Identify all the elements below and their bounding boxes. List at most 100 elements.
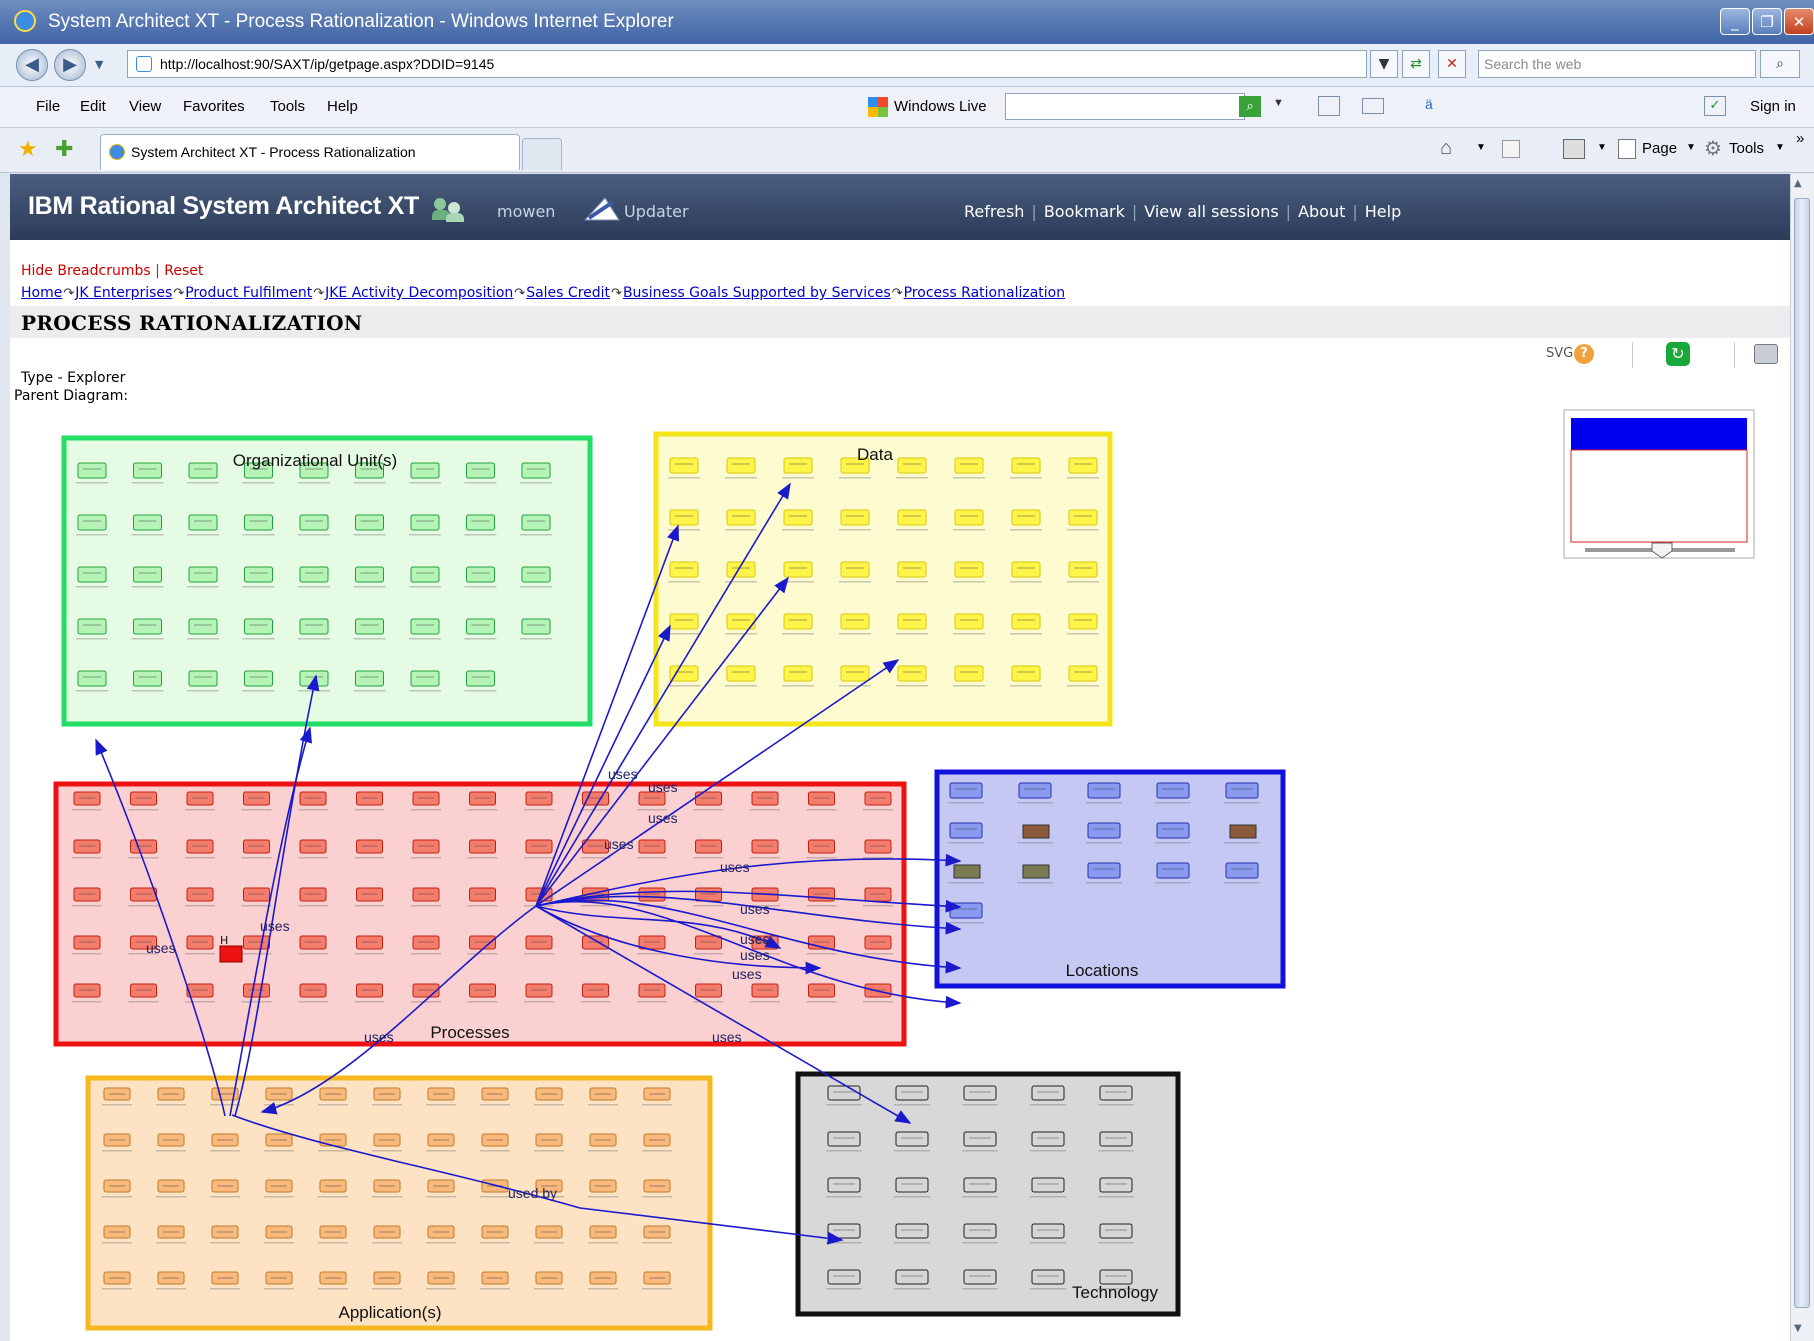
back-arrow-icon[interactable]: ◀ bbox=[16, 49, 48, 81]
diagram-svg[interactable]: Organizational Unit(s) Data Processes Locat… bbox=[20, 408, 1790, 1341]
org-node[interactable] bbox=[466, 566, 495, 583]
diagram-canvas[interactable]: Organizational Unit(s) Data Processes Locat… bbox=[20, 408, 1790, 1341]
breadcrumb-sales-credit[interactable]: Sales Credit bbox=[526, 285, 610, 301]
data-node[interactable] bbox=[1011, 509, 1041, 526]
scroll-down-arrow-icon[interactable]: ▼ bbox=[1794, 1323, 1802, 1334]
breadcrumb-home[interactable]: Home bbox=[21, 285, 62, 301]
selected-process-node[interactable] bbox=[219, 945, 243, 963]
org-node[interactable] bbox=[410, 514, 440, 531]
org-node[interactable] bbox=[521, 462, 551, 479]
org-node[interactable] bbox=[410, 566, 440, 583]
data-node[interactable] bbox=[954, 509, 984, 526]
data-node[interactable] bbox=[1068, 613, 1098, 630]
new-tab-button[interactable] bbox=[522, 138, 562, 170]
locations-node[interactable] bbox=[1018, 782, 1052, 799]
locations-node[interactable] bbox=[1156, 822, 1190, 839]
data-node[interactable] bbox=[669, 665, 699, 682]
data-node[interactable] bbox=[1068, 509, 1098, 526]
data-node[interactable] bbox=[783, 457, 813, 474]
data-node[interactable] bbox=[783, 613, 813, 630]
home-icon[interactable]: ⌂ bbox=[1440, 137, 1452, 160]
data-node[interactable] bbox=[954, 613, 984, 630]
print-icon[interactable] bbox=[1563, 139, 1585, 159]
view-all-sessions-link[interactable]: View all sessions bbox=[1144, 202, 1278, 221]
org-node[interactable] bbox=[244, 670, 273, 687]
minimize-button[interactable]: _ bbox=[1720, 8, 1750, 35]
org-node[interactable] bbox=[188, 566, 218, 583]
data-node[interactable] bbox=[1011, 561, 1041, 578]
search-icon[interactable]: ⌕ bbox=[1760, 50, 1800, 78]
data-node[interactable] bbox=[840, 613, 870, 630]
help-question-icon[interactable]: ? bbox=[1574, 344, 1594, 364]
location-building-icon[interactable] bbox=[1022, 824, 1050, 839]
forward-arrow-icon[interactable]: ▶ bbox=[54, 49, 86, 81]
locations-node[interactable] bbox=[1156, 782, 1190, 799]
data-node[interactable] bbox=[840, 509, 870, 526]
org-node[interactable] bbox=[77, 618, 107, 635]
data-node[interactable] bbox=[897, 665, 927, 682]
favorites-star-icon[interactable]: ★ bbox=[18, 136, 38, 162]
org-node[interactable] bbox=[355, 514, 384, 531]
org-node[interactable] bbox=[410, 670, 440, 687]
locations-node[interactable] bbox=[1087, 862, 1121, 879]
live-share-icon[interactable] bbox=[1318, 96, 1340, 116]
history-dropdown-icon[interactable]: ▼ bbox=[95, 58, 103, 71]
menu-edit[interactable]: Edit bbox=[80, 98, 106, 115]
org-node[interactable] bbox=[77, 670, 107, 687]
live-search-icon[interactable]: ⌕ bbox=[1239, 96, 1261, 117]
refresh-icon[interactable]: ⇄ bbox=[1402, 50, 1430, 78]
browser-tab[interactable]: System Architect XT - Process Rationaliz… bbox=[100, 134, 520, 170]
applications-group-box[interactable] bbox=[85, 1075, 713, 1331]
svg-toggle-label[interactable]: SVG bbox=[1546, 346, 1573, 361]
current-user[interactable]: mowen bbox=[497, 202, 555, 221]
data-node[interactable] bbox=[669, 457, 699, 474]
reset-link[interactable]: Reset bbox=[164, 263, 203, 279]
data-node[interactable] bbox=[669, 509, 699, 526]
location-building-icon[interactable] bbox=[1229, 824, 1257, 839]
org-node[interactable] bbox=[521, 514, 551, 531]
breadcrumb-business-goals[interactable]: Business Goals Supported by Services bbox=[623, 285, 891, 301]
breadcrumb-product-fulfilment[interactable]: Product Fulfilment bbox=[185, 285, 312, 301]
org-node[interactable] bbox=[466, 618, 495, 635]
close-button[interactable]: ✕ bbox=[1784, 8, 1814, 35]
org-node[interactable] bbox=[355, 618, 384, 635]
updater-icon[interactable] bbox=[583, 196, 621, 222]
locations-node[interactable] bbox=[949, 782, 983, 799]
org-node[interactable] bbox=[77, 514, 107, 531]
data-node[interactable] bbox=[897, 457, 927, 474]
org-node[interactable] bbox=[133, 514, 162, 531]
address-input[interactable]: http://localhost:90/SAXT/ip/getpage.aspx… bbox=[127, 50, 1367, 78]
breadcrumb-jk-enterprises[interactable]: JK Enterprises bbox=[75, 285, 172, 301]
feeds-icon[interactable] bbox=[1502, 140, 1520, 158]
search-input[interactable]: Search the web bbox=[1478, 50, 1756, 78]
org-node[interactable] bbox=[188, 514, 218, 531]
tools-menu[interactable]: Tools bbox=[1729, 140, 1764, 157]
menu-view[interactable]: View bbox=[129, 98, 161, 115]
live-search-dropdown-icon[interactable]: ▼ bbox=[1273, 97, 1284, 109]
data-node[interactable] bbox=[669, 613, 699, 630]
data-node[interactable] bbox=[954, 457, 984, 474]
org-node[interactable] bbox=[466, 462, 495, 479]
org-node[interactable] bbox=[244, 566, 273, 583]
stop-icon[interactable]: ✕ bbox=[1438, 50, 1466, 78]
org-node[interactable] bbox=[410, 462, 440, 479]
vertical-scrollbar[interactable]: ▲ ▼ bbox=[1790, 174, 1814, 1341]
location-building-icon[interactable] bbox=[1022, 864, 1050, 879]
data-node[interactable] bbox=[897, 509, 927, 526]
org-node[interactable] bbox=[188, 670, 218, 687]
org-node[interactable] bbox=[299, 514, 329, 531]
org-node[interactable] bbox=[133, 462, 162, 479]
data-node[interactable] bbox=[897, 561, 927, 578]
windows-live-search-input[interactable]: ⌕ bbox=[1005, 93, 1261, 120]
data-node[interactable] bbox=[897, 613, 927, 630]
locations-node[interactable] bbox=[1087, 822, 1121, 839]
data-node[interactable] bbox=[954, 665, 984, 682]
menu-help[interactable]: Help bbox=[327, 98, 358, 115]
refresh-link[interactable]: Refresh bbox=[964, 202, 1024, 221]
locations-node[interactable] bbox=[949, 902, 983, 919]
scroll-up-arrow-icon[interactable]: ▲ bbox=[1794, 178, 1802, 189]
data-node[interactable] bbox=[783, 665, 813, 682]
updater-link[interactable]: Updater bbox=[624, 202, 689, 221]
overview-navigator[interactable] bbox=[1563, 409, 1755, 559]
location-building-icon[interactable] bbox=[953, 864, 981, 879]
